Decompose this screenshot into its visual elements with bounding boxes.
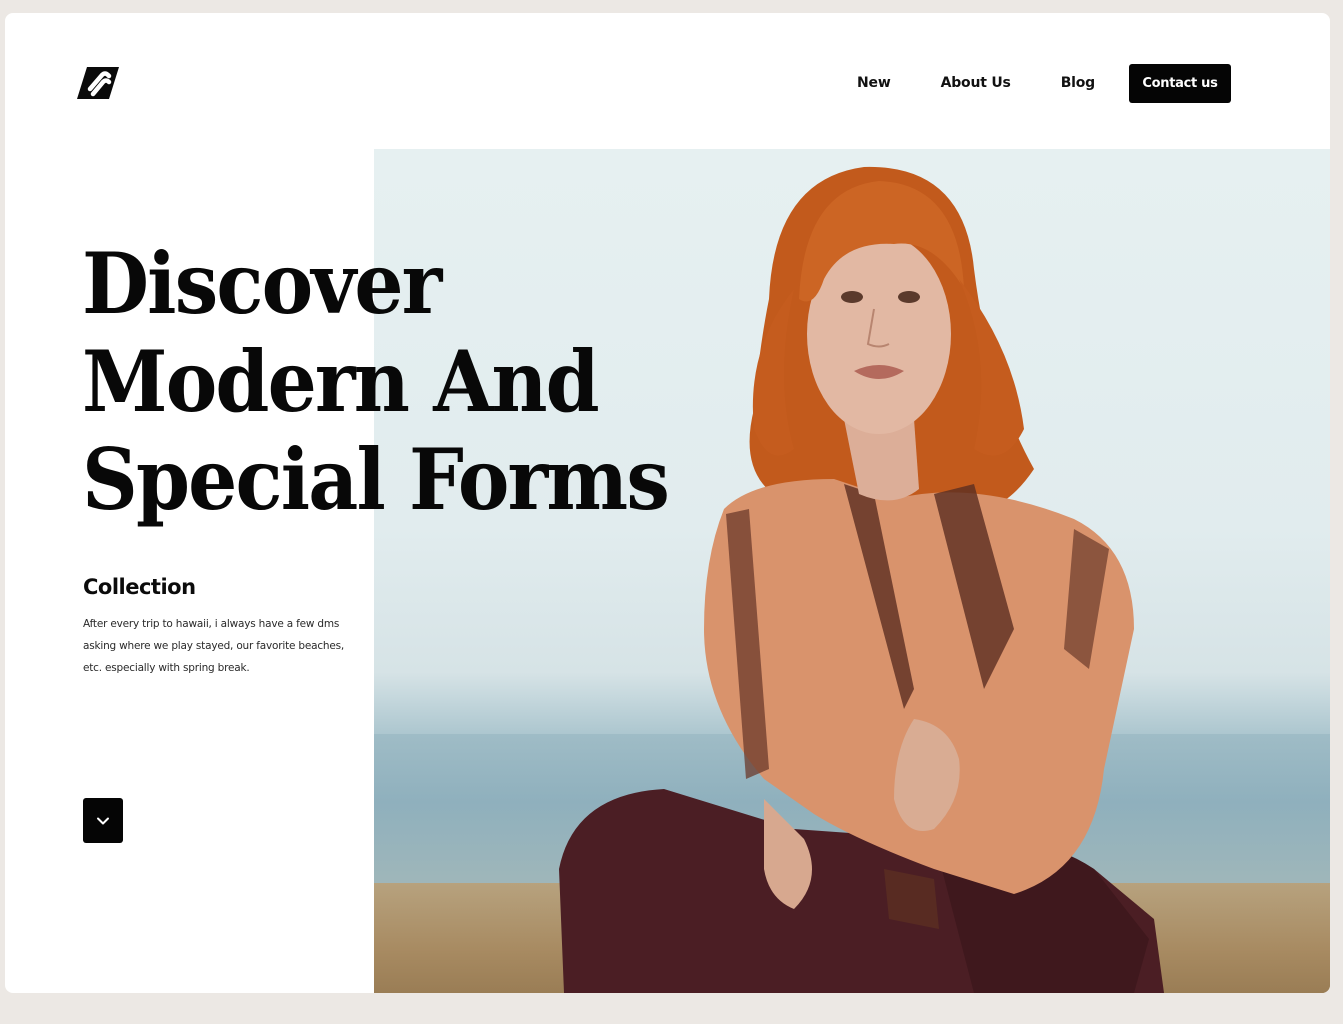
contact-us-button[interactable]: Contact us: [1129, 63, 1231, 103]
headline-line-1: Discover: [82, 234, 442, 333]
collection-title: Collection: [83, 575, 196, 599]
brand-logo-icon[interactable]: [75, 65, 123, 101]
nav-item-blog[interactable]: Blog: [1061, 75, 1096, 91]
main-nav: New About Us Blog Contact us: [857, 63, 1231, 103]
headline-line-3: Special Forms: [82, 430, 670, 529]
link-logo-icon: [77, 67, 119, 99]
chevron-down-icon: [97, 817, 109, 824]
page-card: New About Us Blog Contact us Discover Mo…: [5, 13, 1330, 993]
headline-line-2: Modern And: [82, 332, 600, 431]
nav-item-about-us[interactable]: About Us: [941, 75, 1011, 91]
scroll-down-button[interactable]: [83, 798, 123, 843]
collection-description: After every trip to hawaii, i always hav…: [83, 618, 345, 674]
hero-headline: Discover Modern And Special Forms: [82, 234, 670, 529]
nav-item-new[interactable]: New: [857, 75, 891, 91]
